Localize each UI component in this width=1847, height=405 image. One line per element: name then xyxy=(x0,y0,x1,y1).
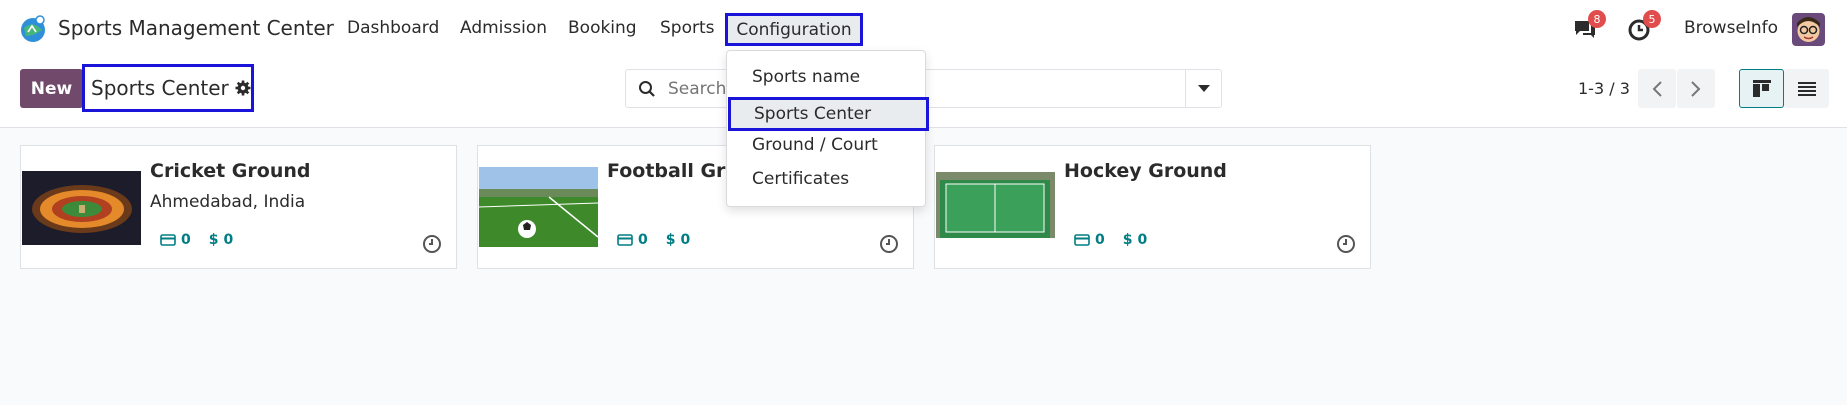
breadcrumb-title: Sports Center xyxy=(91,76,229,100)
amount-value: 0 xyxy=(1137,232,1148,248)
pager-previous-button[interactable] xyxy=(1638,69,1676,108)
booking-count: 0 xyxy=(638,232,648,248)
card-title: Hockey Ground xyxy=(1064,160,1227,182)
amount-stat[interactable]: $ 0 xyxy=(666,232,691,248)
menu-item-sports-center[interactable]: Sports Center xyxy=(728,97,929,131)
amount-stat[interactable]: $ 0 xyxy=(209,232,234,248)
app-name[interactable]: Sports Management Center xyxy=(58,16,334,40)
menu-admission[interactable]: Admission xyxy=(460,18,547,38)
menu-configuration[interactable]: Configuration xyxy=(725,13,863,46)
booking-count-stat[interactable]: 0 xyxy=(1074,232,1105,248)
card-stats: 0 $ 0 xyxy=(617,232,690,248)
avatar[interactable] xyxy=(1792,13,1825,46)
menu-item-ground-court[interactable]: Ground / Court xyxy=(752,135,878,155)
configuration-dropdown: Sports name Sports Center Ground / Court… xyxy=(726,50,929,207)
messages-badge: 8 xyxy=(1588,10,1606,28)
list-view-button[interactable] xyxy=(1784,69,1829,108)
menu-booking[interactable]: Booking xyxy=(568,18,637,38)
search-icon xyxy=(639,81,655,97)
list-icon xyxy=(1797,81,1816,96)
card-icon xyxy=(160,234,176,246)
booking-count-stat[interactable]: 0 xyxy=(160,232,191,248)
clock-icon[interactable] xyxy=(879,234,899,254)
user-name[interactable]: BrowseInfo xyxy=(1684,18,1778,38)
new-button[interactable]: New xyxy=(20,69,83,108)
amount-value: 0 xyxy=(223,232,234,248)
menu-sports[interactable]: Sports xyxy=(660,18,715,38)
clock-icon[interactable] xyxy=(1336,234,1356,254)
dollar-icon: $ xyxy=(665,232,676,248)
booking-count-stat[interactable]: 0 xyxy=(617,232,648,248)
dollar-icon: $ xyxy=(1122,232,1133,248)
pager-next-button[interactable] xyxy=(1677,69,1715,108)
pager-value[interactable]: 1-3 / 3 xyxy=(1578,79,1630,98)
app-logo-icon[interactable] xyxy=(18,14,48,44)
search-options-toggle[interactable] xyxy=(1185,70,1221,107)
top-navbar: Sports Management Center Dashboard Admis… xyxy=(0,0,1847,57)
card-icon xyxy=(617,234,633,246)
clock-icon[interactable] xyxy=(422,234,442,254)
breadcrumb[interactable]: Sports Center xyxy=(82,64,254,112)
card-subtitle: Ahmedabad, India xyxy=(150,192,306,212)
menu-item-sports-name[interactable]: Sports name xyxy=(752,67,860,87)
amount-stat[interactable]: $ 0 xyxy=(1123,232,1148,248)
kanban-card-cricket[interactable]: Cricket Ground Ahmedabad, India 0 $ 0 xyxy=(20,145,457,269)
football-ground-image xyxy=(479,167,598,247)
amount-value: 0 xyxy=(680,232,691,248)
messages-button[interactable]: 8 xyxy=(1572,10,1606,42)
card-title: Cricket Ground xyxy=(150,160,311,182)
menu-item-certificates[interactable]: Certificates xyxy=(752,169,849,189)
card-icon xyxy=(1074,234,1090,246)
gear-icon[interactable] xyxy=(235,80,251,96)
kanban-icon xyxy=(1752,79,1771,97)
card-stats: 0 $ 0 xyxy=(160,232,233,248)
activity-badge: 5 xyxy=(1643,10,1661,28)
hockey-ground-image xyxy=(936,172,1055,244)
chevron-left-icon xyxy=(1652,80,1662,97)
card-stats: 0 $ 0 xyxy=(1074,232,1147,248)
caret-down-icon xyxy=(1197,84,1210,92)
kanban-card-hockey[interactable]: Hockey Ground 0 $ 0 xyxy=(934,145,1371,269)
dollar-icon: $ xyxy=(208,232,219,248)
activity-button[interactable]: 5 xyxy=(1627,10,1661,42)
booking-count: 0 xyxy=(181,232,191,248)
cricket-ground-image xyxy=(22,171,141,245)
kanban-view-button[interactable] xyxy=(1739,69,1784,108)
menu-dashboard[interactable]: Dashboard xyxy=(347,18,439,38)
booking-count: 0 xyxy=(1095,232,1105,248)
chevron-right-icon xyxy=(1691,80,1701,97)
avatar-icon xyxy=(1792,13,1825,46)
